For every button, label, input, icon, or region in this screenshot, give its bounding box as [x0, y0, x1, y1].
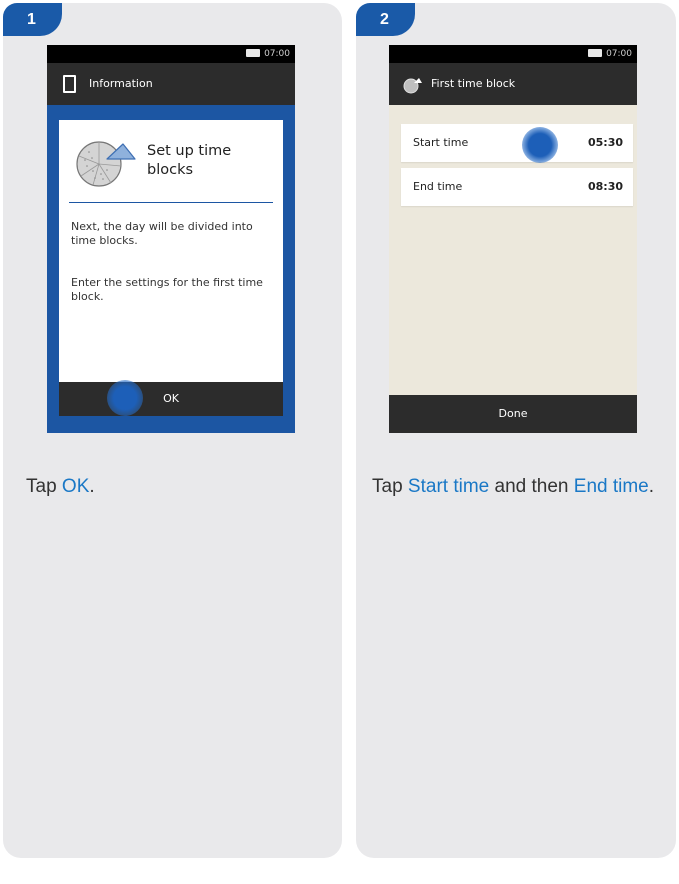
instruction-text: Tap OK. — [26, 473, 306, 500]
device-screen: 07:00 First time block Start time 05:30 … — [389, 45, 637, 433]
instruction-highlight: OK — [61, 476, 90, 497]
status-bar: 07:00 — [47, 45, 295, 63]
info-dialog: Set up time blocks Next, the day will be… — [59, 120, 283, 382]
book-icon — [63, 75, 76, 93]
step-panel-1: 1 07:00 Information Set up time blocks N… — [3, 3, 342, 858]
step-badge: 2 — [356, 3, 415, 36]
screen-title: Information — [89, 77, 153, 90]
instruction-suffix: . — [89, 476, 95, 497]
instruction-prefix: Tap — [372, 476, 408, 497]
dialog-paragraph-1: Next, the day will be divided into time … — [71, 220, 253, 247]
screen-title: First time block — [431, 77, 516, 90]
pie-chart-icon — [76, 141, 136, 187]
dialog-title: Set up time blocks — [147, 143, 232, 178]
start-time-row[interactable]: Start time 05:30 — [401, 124, 633, 162]
step-badge: 1 — [3, 3, 62, 36]
instruction-middle: and then — [489, 476, 574, 497]
tap-indicator — [522, 127, 558, 163]
instruction-suffix: . — [648, 476, 655, 497]
instruction-prefix: Tap — [26, 476, 62, 497]
battery-icon — [246, 49, 261, 57]
dialog-paragraph-2: Enter the settings for the first time bl… — [71, 276, 263, 303]
instruction-highlight-1: Start time — [407, 476, 490, 497]
step-panel-2: 2 07:00 First time block Start time 05:3… — [356, 3, 676, 858]
instruction-highlight-2: End time — [573, 476, 649, 497]
row-value: 08:30 — [587, 180, 623, 193]
title-bar: First time block — [389, 63, 637, 105]
tap-indicator — [107, 380, 143, 416]
status-time: 07:00 — [606, 49, 632, 59]
ok-button[interactable]: OK — [59, 382, 283, 416]
status-bar: 07:00 — [389, 45, 637, 63]
row-label: Start time — [413, 136, 469, 149]
divider — [69, 202, 273, 203]
row-label: End time — [413, 180, 463, 193]
device-screen: 07:00 Information Set up time blocks Nex… — [47, 45, 295, 433]
row-value: 05:30 — [587, 136, 623, 149]
end-time-row[interactable]: End time 08:30 — [401, 168, 633, 206]
instruction-text: Tap Start time and then End time. — [372, 473, 662, 500]
done-button[interactable]: Done — [389, 395, 637, 433]
status-time: 07:00 — [264, 49, 290, 59]
title-bar: Information — [47, 63, 295, 105]
pie-chart-icon — [403, 78, 422, 94]
battery-icon — [588, 49, 603, 57]
